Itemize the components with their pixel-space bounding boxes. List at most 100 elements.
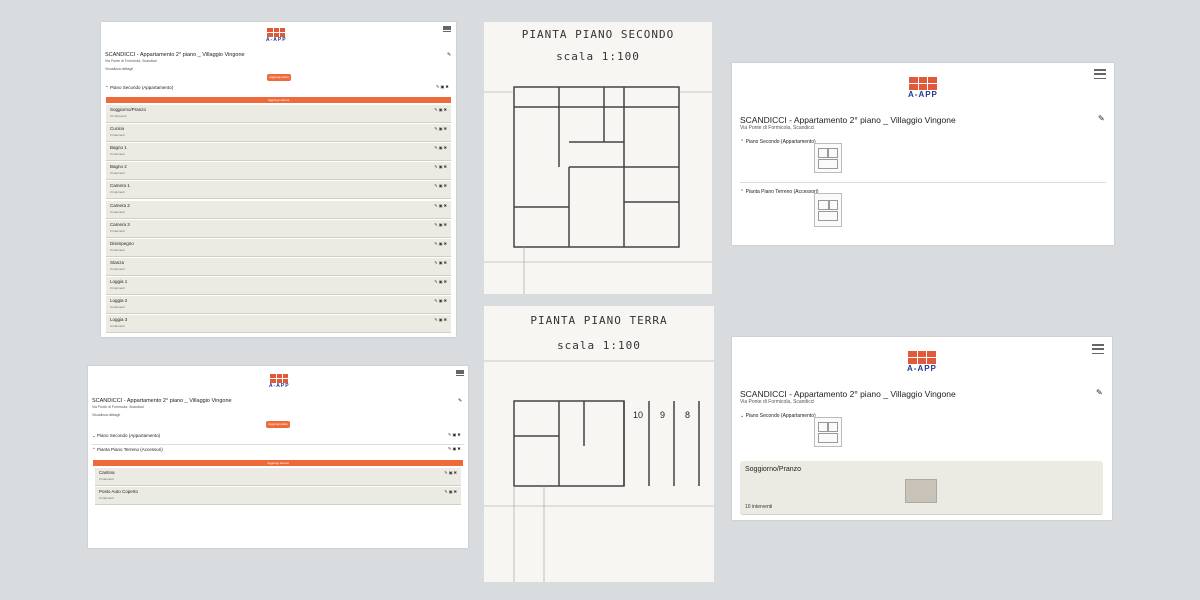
room-actions[interactable]: ✎ ▣ ✖ xyxy=(434,164,447,169)
plan-thumbnail[interactable] xyxy=(814,417,842,447)
pencil-icon[interactable]: ✎ xyxy=(1096,388,1103,397)
hamburger-icon[interactable] xyxy=(1094,69,1106,79)
room-row[interactable]: Bagno 23 interventi ✎ ▣ ✖ xyxy=(106,162,451,181)
room-row-posto-auto[interactable]: Posto Auto Coperto 3 interventi ✎ ▣ ✖ xyxy=(95,487,461,505)
app-logo: A-APP xyxy=(907,351,937,373)
room-actions[interactable]: ✎ ▣ ✖ xyxy=(434,203,447,208)
room-count: 3 interventi xyxy=(110,266,125,271)
floor-plan-drawing xyxy=(484,86,712,294)
room-name: Camera 2 xyxy=(110,202,130,208)
pencil-icon[interactable]: ✎ xyxy=(1098,114,1105,123)
room-count: 10 interventi xyxy=(110,114,127,118)
room-actions[interactable]: ✎ ▣ ✖ xyxy=(444,489,457,494)
level-header-1[interactable]: ⌃ Piano Secondo (Appartamento) xyxy=(740,139,816,145)
room-row[interactable]: Soggiorno/Pranzo 10 interventi ✎ ▣ ✖ xyxy=(106,105,451,123)
parking-spot-10: 10 xyxy=(633,410,644,420)
room-name: Cucina xyxy=(110,126,125,132)
details-link[interactable]: Visualizza dettagli xyxy=(92,413,120,417)
room-row[interactable]: Loggia 13 interventi ✎ ▣ ✖ xyxy=(106,276,451,295)
floor-plan-second: PIANTA PIANO SECONDO scala 1:100 xyxy=(484,22,712,294)
add-level-button[interactable]: Aggiungi piano xyxy=(266,421,290,428)
property-address: Via Ponte di Formicola, Scandicci xyxy=(740,125,815,131)
level-header[interactable]: ⌄ Piano Secondo (Appartamento) xyxy=(740,413,816,419)
room-photo[interactable] xyxy=(905,479,937,503)
add-room-bar[interactable]: Aggiungi stanza xyxy=(106,97,451,103)
room-row[interactable]: Disimpegno 3 interventi ✎ ▣ ✖ xyxy=(106,238,451,257)
room-name: Loggia 1 xyxy=(110,278,128,284)
divider xyxy=(92,444,464,445)
room-row[interactable]: Cucina 3 interventi ✎ ▣ ✖ xyxy=(106,124,451,143)
app-logo: A-APP xyxy=(269,374,290,389)
hamburger-icon[interactable] xyxy=(443,26,451,32)
room-name: Disimpegno xyxy=(110,240,134,246)
app-screen-levels: A-APP SCANDICCI - Appartamento 2° piano … xyxy=(88,366,468,548)
room-card[interactable]: Soggiorno/Pranzo 10 interventi xyxy=(740,461,1103,515)
room-row[interactable]: Camera 33 interventi ✎ ▣ ✖ xyxy=(106,219,451,238)
room-actions[interactable]: ✎ ▣ ✖ xyxy=(434,317,447,322)
room-row[interactable]: Camera 23 interventi ✎ ▣ ✖ xyxy=(106,200,451,219)
room-row[interactable]: Bagno 13 interventi ✎ ▣ ✖ xyxy=(106,143,451,162)
property-title: SCANDICCI - Appartamento 2° piano _ Vill… xyxy=(92,398,232,404)
room-count: 3 interventi xyxy=(110,228,125,233)
room-count: 3 interventi xyxy=(110,285,125,290)
room-name: Loggia 3 xyxy=(110,317,128,323)
level-header-2[interactable]: ⌃ Pianta Piano Terreno (Accessori) xyxy=(740,189,819,195)
room-row[interactable]: Loggia 2 3 interventi ✎ ▣ ✖ xyxy=(106,296,451,314)
pencil-icon[interactable]: ✎ xyxy=(447,52,451,58)
details-link[interactable]: Visualizza dettagli xyxy=(105,67,133,71)
app-logo: A-APP xyxy=(908,77,938,99)
room-actions[interactable]: ✎ ▣ ✖ xyxy=(434,279,447,284)
room-name: Camera 1 xyxy=(110,183,130,189)
app-screen-plans: A-APP SCANDICCI - Appartamento 2° piano … xyxy=(732,63,1114,245)
property-title: SCANDICCI - Appartamento 2° piano _ Vill… xyxy=(105,52,245,58)
room-actions[interactable]: ✎ ▣ ✖ xyxy=(434,298,447,303)
room-actions[interactable]: ✎ ▣ ✖ xyxy=(434,222,447,227)
pencil-icon[interactable]: ✎ xyxy=(458,398,462,404)
room-actions[interactable]: ✎ ▣ ✖ xyxy=(434,241,447,246)
property-address: Via Ponte di Formicola, Scandicci xyxy=(92,405,145,409)
room-name: Loggia 2 xyxy=(110,298,128,303)
hamburger-icon[interactable] xyxy=(456,370,464,376)
add-level-button[interactable]: Aggiungi piano xyxy=(267,74,291,81)
level-header[interactable]: ⌃ Piano Secondo (Appartamento) xyxy=(105,85,275,91)
room-count: 3 interventi xyxy=(110,324,125,329)
room-actions[interactable]: ✎ ▣ ✖ xyxy=(434,107,447,112)
hamburger-icon[interactable] xyxy=(1092,344,1104,354)
room-count: 3 interventi xyxy=(110,152,125,157)
plan-thumbnail[interactable] xyxy=(814,193,842,227)
app-logo: A-APP xyxy=(266,28,287,43)
divider xyxy=(740,182,1106,183)
floor-plan-ground: PIANTA PIANO TERRA scala 1:100 10 9 8 xyxy=(484,306,714,582)
level-actions[interactable]: ✎ ▣ ✖ xyxy=(448,446,461,451)
level-header-2[interactable]: ⌃ Pianta Piano Terreno (Accessori) xyxy=(92,447,163,453)
room-count: 3 interventi xyxy=(110,305,125,309)
level-actions[interactable]: ✎ ▣ ✖ xyxy=(436,84,449,89)
room-count: 3 interventi xyxy=(110,247,125,252)
room-row-cantina[interactable]: Cantina 3 interventi ✎ ▣ ✖ xyxy=(95,468,461,486)
room-actions[interactable]: ✎ ▣ ✖ xyxy=(434,126,447,131)
room-actions[interactable]: ✎ ▣ ✖ xyxy=(434,145,447,150)
room-count: 3 interventi xyxy=(110,133,125,138)
room-name: Soggiorno/Pranzo xyxy=(110,107,147,112)
parking-spot-8: 8 xyxy=(685,410,691,420)
room-actions[interactable]: ✎ ▣ ✖ xyxy=(434,260,447,265)
plan-thumbnail[interactable] xyxy=(814,143,842,173)
parking-spot-9: 9 xyxy=(660,410,666,420)
room-name: Bagno 1 xyxy=(110,145,127,151)
property-title: SCANDICCI - Appartamento 2° piano _ Vill… xyxy=(740,389,956,399)
room-name: Bagno 2 xyxy=(110,164,127,170)
property-address: Via Ponte di Formicola, Scandicci xyxy=(105,59,158,63)
room-name: Camera 3 xyxy=(110,221,130,227)
level-actions[interactable]: ✎ ▣ ✖ xyxy=(448,432,461,437)
level-header-1[interactable]: ⌄ Piano Secondo (Appartamento) xyxy=(92,433,160,439)
room-row[interactable]: Loggia 33 interventi ✎ ▣ ✖ xyxy=(106,315,451,334)
room-count: 3 interventi xyxy=(110,209,125,214)
room-actions[interactable]: ✎ ▣ ✖ xyxy=(444,470,457,475)
room-row[interactable]: Stanza 3 interventi ✎ ▣ ✖ xyxy=(106,257,451,276)
property-title: SCANDICCI - Appartamento 2° piano _ Vill… xyxy=(740,115,956,125)
app-screen-room-detail: A-APP SCANDICCI - Appartamento 2° piano … xyxy=(732,337,1112,520)
add-room-bar[interactable]: Aggiungi stanza xyxy=(93,460,463,466)
room-row[interactable]: Camera 13 interventi ✎ ▣ ✖ xyxy=(106,181,451,200)
app-screen-rooms-list: A-APP SCANDICCI - Appartamento 2° piano … xyxy=(101,22,456,337)
room-actions[interactable]: ✎ ▣ ✖ xyxy=(434,183,447,188)
